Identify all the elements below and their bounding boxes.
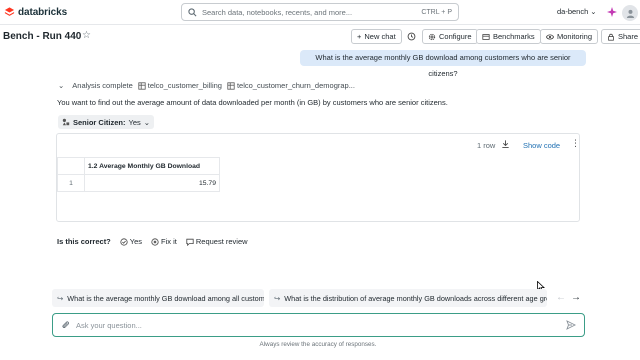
share-label: Share (618, 32, 639, 41)
assistant-sparkle-icon[interactable] (607, 7, 617, 17)
request-review-label: Request review (195, 237, 248, 246)
chevron-down-icon: ⌄ (143, 117, 151, 127)
favorite-star-icon[interactable]: ☆ (82, 30, 91, 41)
benchmarks-label: Benchmarks (493, 32, 535, 41)
table-icon (138, 81, 146, 90)
chevron-down-icon: ⌄ (590, 7, 597, 16)
user-avatar[interactable] (622, 5, 638, 21)
row-index: 1 (57, 174, 85, 192)
suggestion-chip[interactable]: ↪ What is the average monthly GB downloa… (52, 289, 264, 307)
brand-name: databricks (18, 6, 68, 18)
result-table: 1.2 Average Monthly GB Download 1 15.79 (57, 157, 220, 192)
new-chat-button[interactable]: + New chat (351, 29, 402, 44)
monitoring-label: Monitoring (557, 32, 593, 41)
suggestion-chip[interactable]: ↪ What is the distribution of average mo… (269, 289, 547, 307)
more-options-icon[interactable]: ⋮ (571, 138, 580, 149)
cell-value: 15.79 (84, 174, 220, 192)
lock-icon (608, 33, 614, 41)
chevron-down-icon[interactable]: ⌄ (58, 81, 64, 90)
fix-label: Fix it (161, 237, 177, 246)
x-circle-icon (151, 237, 159, 246)
send-icon[interactable] (566, 320, 576, 330)
index-header (57, 157, 85, 175)
request-review-button[interactable]: Request review (186, 237, 248, 246)
page-title: Bench - Run 440 (3, 31, 82, 42)
feedback-yes-button[interactable]: Yes (120, 237, 142, 246)
reply-arrow-icon: ↪ (274, 293, 281, 303)
user-question-bubble: What is the average monthly GB download … (300, 50, 586, 78)
reply-arrow-icon: ↪ (57, 293, 64, 303)
history-icon[interactable] (407, 32, 416, 41)
suggestion-text: What is the average monthly GB download … (67, 293, 264, 303)
benchmarks-button[interactable]: Benchmarks (476, 29, 541, 44)
analysis-status: Analysis complete (72, 81, 133, 90)
feedback-question: Is this correct? (57, 237, 111, 246)
monitoring-button[interactable]: Monitoring (540, 29, 599, 44)
share-button[interactable]: Share (601, 29, 640, 44)
table-chip-billing[interactable]: telco_customer_billing (138, 81, 222, 90)
gear-icon (428, 33, 436, 40)
column-header[interactable]: 1.2 Average Monthly GB Download (84, 157, 220, 175)
table-row: 1 15.79 (57, 174, 220, 192)
yes-label: Yes (129, 237, 143, 246)
answer-summary: You want to find out the average amount … (57, 98, 448, 107)
search-placeholder: Search data, notebooks, recents, and mor… (202, 7, 353, 17)
title-bar: Bench - Run 440 ☆ + New chat Configure B… (0, 27, 640, 47)
show-code-link[interactable]: Show code (523, 141, 560, 150)
scroll-right-arrow-icon[interactable]: → (571, 292, 581, 303)
user-icon (626, 9, 634, 18)
configure-button[interactable]: Configure (422, 29, 478, 44)
download-icon[interactable] (501, 139, 510, 149)
databricks-logo[interactable]: databricks (4, 6, 67, 18)
search-icon (188, 7, 197, 16)
suggestion-text: What is the distribution of average mont… (284, 293, 547, 303)
chat-bubble-icon (186, 238, 194, 246)
filter-label: Senior Citizen: (73, 117, 126, 127)
plus-icon: + (357, 32, 362, 41)
table-chip-demographics[interactable]: telco_customer_churn_demograp... (227, 81, 355, 90)
table-header-row: 1.2 Average Monthly GB Download (57, 157, 220, 175)
analysis-status-row: ⌄ Analysis complete telco_customer_billi… (58, 81, 355, 90)
ask-placeholder: Ask your question... (76, 320, 142, 330)
filter-shapes-icon (62, 118, 70, 126)
ask-question-input[interactable]: Ask your question... (52, 313, 585, 337)
top-bar: databricks Search data, notebooks, recen… (0, 0, 640, 25)
filter-chip[interactable]: Senior Citizen: Yes ⌄ (58, 115, 155, 129)
feedback-row: Is this correct? Yes Fix it Request revi… (57, 237, 248, 246)
eye-icon (546, 34, 554, 39)
table-icon (227, 81, 235, 90)
configure-label: Configure (439, 32, 472, 41)
benchmarks-icon (482, 33, 490, 40)
databricks-logo-icon (4, 7, 15, 16)
scroll-left-arrow-icon[interactable]: ← (556, 292, 566, 303)
global-search[interactable]: Search data, notebooks, recents, and mor… (181, 3, 459, 21)
table-chip-label: telco_customer_churn_demograp... (236, 81, 355, 90)
workspace-name: da-bench (557, 7, 589, 16)
search-shortcut: CTRL + P (421, 8, 452, 16)
attach-paperclip-icon[interactable] (61, 320, 70, 330)
workspace-switcher[interactable]: da-bench ⌄ (557, 7, 597, 16)
feedback-fix-button[interactable]: Fix it (151, 237, 177, 246)
disclaimer-text: Always review the accuracy of responses. (259, 341, 377, 348)
row-count: 1 row (477, 141, 496, 150)
filter-value: Yes (128, 117, 141, 127)
table-chip-label: telco_customer_billing (147, 81, 222, 90)
new-chat-label: New chat (364, 32, 396, 41)
check-circle-icon (120, 237, 128, 246)
